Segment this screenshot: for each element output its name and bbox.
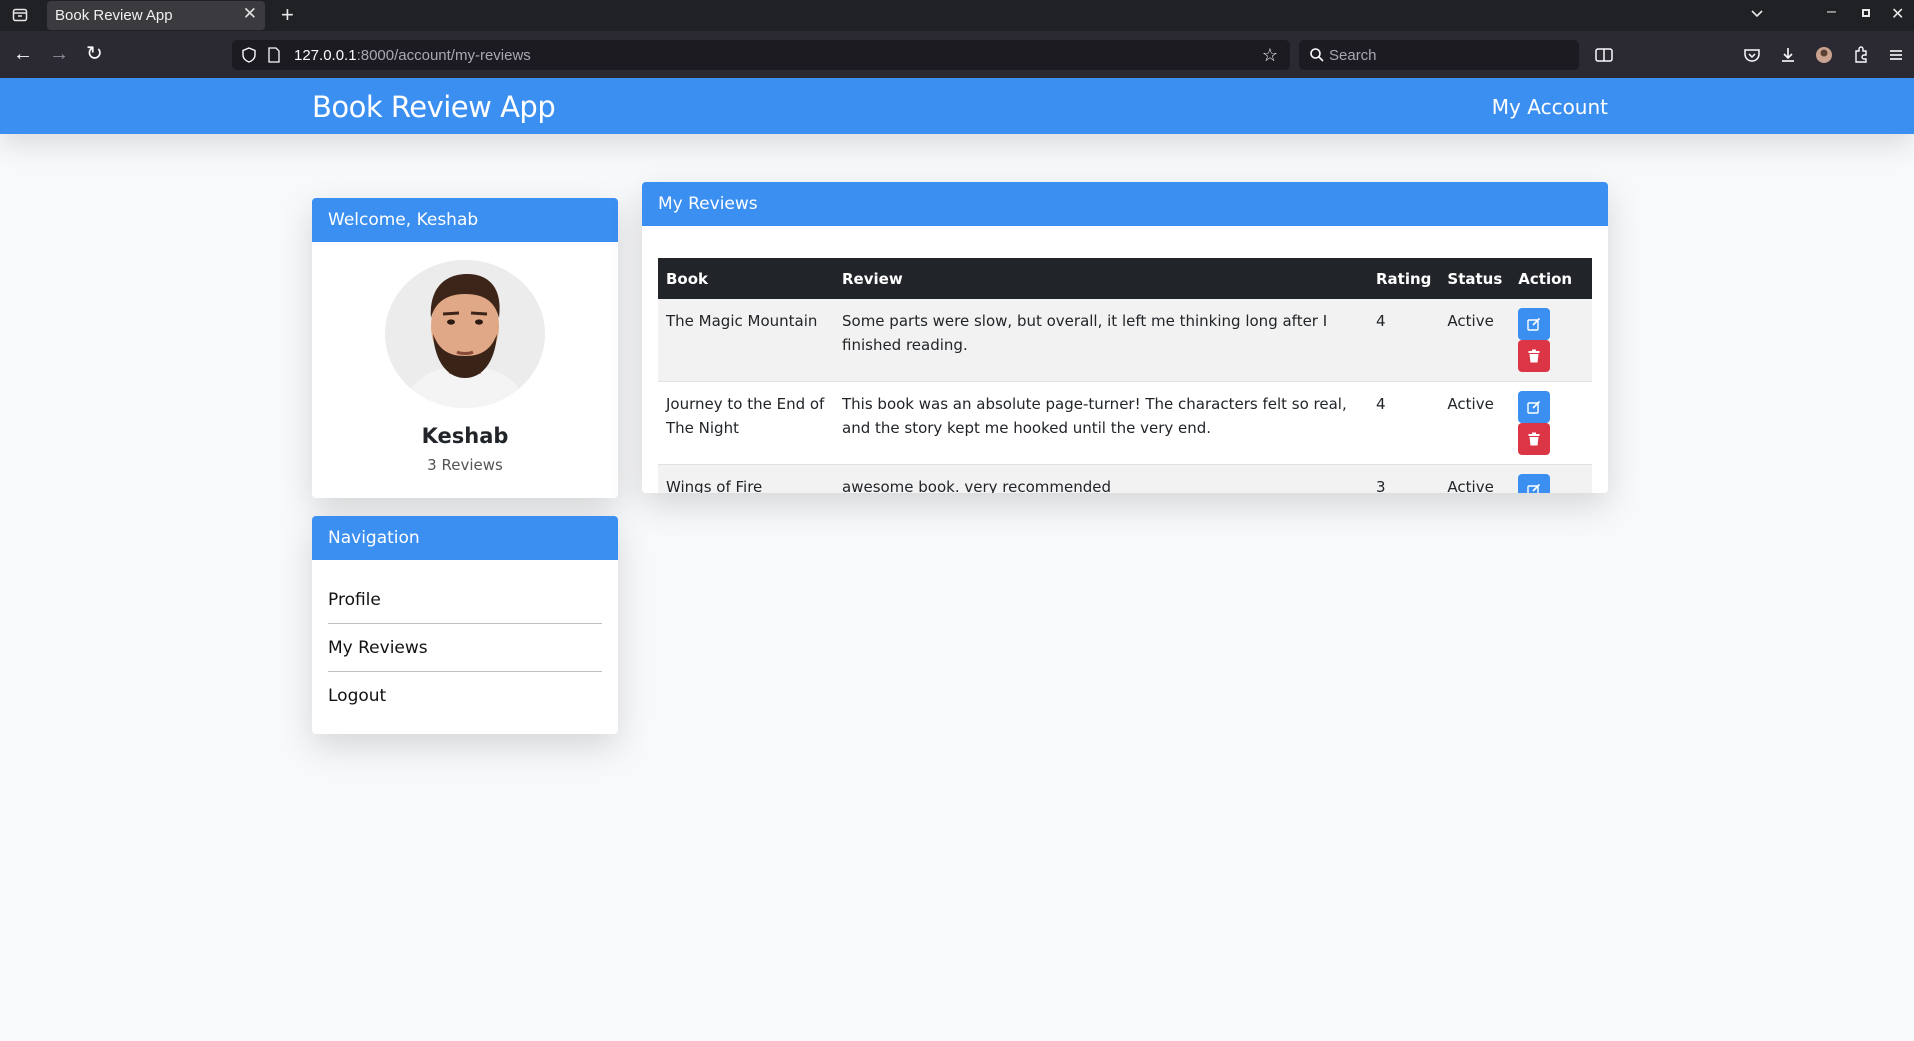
pocket-icon[interactable] (1742, 45, 1762, 65)
reviews-table: Book Review Rating Status Action The Mag… (658, 258, 1592, 493)
browser-tab[interactable]: Book Review App ✕ (47, 1, 265, 30)
review-count: 3 Reviews (427, 456, 503, 474)
navigation-list: Profile My Reviews Logout (312, 576, 618, 720)
table-row: The Magic Mountain Some parts were slow,… (658, 299, 1592, 382)
tab-title: Book Review App (55, 7, 173, 24)
url-host: 127.0.0.1 (294, 47, 357, 64)
edit-icon (1527, 483, 1541, 493)
download-icon[interactable] (1778, 45, 1798, 65)
nav-item-logout[interactable]: Logout (328, 672, 602, 720)
url-text: 127.0.0.1:8000/account/my-reviews (294, 47, 531, 64)
status-badge: Active (1439, 381, 1511, 465)
cell-book: Journey to the End of The Night (658, 381, 834, 465)
forward-arrow-icon[interactable]: → (49, 42, 69, 66)
reviews-title: My Reviews (642, 182, 1608, 226)
reviews-card: My Reviews Book Review Rating Status Act… (642, 182, 1608, 493)
column-header-rating: Rating (1368, 258, 1440, 299)
navigation-title: Navigation (312, 516, 618, 560)
welcome-title: Welcome, Keshab (312, 198, 618, 242)
user-name: Keshab (421, 424, 509, 448)
extensions-icon[interactable] (1851, 45, 1871, 65)
chevron-down-icon[interactable] (1749, 5, 1765, 21)
page-icon (268, 47, 280, 63)
status-badge: Active (1439, 464, 1511, 493)
cell-rating: 4 (1368, 381, 1440, 465)
welcome-card: Welcome, Keshab Keshab 3 Reviews (312, 198, 618, 498)
cell-review: This book was an absolute page-turner! T… (834, 381, 1368, 465)
edit-button[interactable] (1518, 474, 1551, 493)
tab-list-icon[interactable] (12, 7, 28, 23)
cell-book: The Magic Mountain (658, 299, 834, 382)
status-badge: Active (1439, 299, 1511, 382)
browser-toolbar: ← → ↻ 127.0.0.1:8000/account/my-reviews … (0, 31, 1914, 78)
trash-icon (1528, 349, 1540, 363)
maximize-icon[interactable] (1862, 9, 1870, 17)
cell-action (1510, 299, 1592, 382)
brand-title[interactable]: Book Review App (312, 90, 556, 124)
avatar-portrait (385, 260, 545, 408)
edit-button[interactable] (1518, 391, 1551, 423)
table-row: Journey to the End of The Night This boo… (658, 381, 1592, 465)
navigation-card: Navigation Profile My Reviews Logout (312, 516, 618, 734)
column-header-review: Review (834, 258, 1368, 299)
shield-icon[interactable] (242, 47, 256, 63)
tab-close-icon[interactable]: ✕ (243, 4, 257, 24)
browser-search-bar[interactable] (1299, 40, 1579, 70)
cell-rating: 3 (1368, 464, 1440, 493)
delete-button[interactable] (1518, 340, 1551, 372)
browser-tab-bar: Book Review App ✕ + – ✕ (0, 0, 1914, 31)
cell-action (1510, 381, 1592, 465)
menu-icon[interactable] (1886, 45, 1906, 65)
back-arrow-icon[interactable]: ← (13, 42, 33, 66)
delete-button[interactable] (1518, 423, 1551, 455)
cell-rating: 4 (1368, 299, 1440, 382)
search-icon (1310, 48, 1324, 62)
window-close-icon[interactable]: ✕ (1891, 4, 1904, 24)
trash-icon (1528, 432, 1540, 446)
my-account-link[interactable]: My Account (1492, 95, 1608, 119)
app-header: Book Review App My Account (0, 78, 1914, 134)
search-input[interactable] (1329, 40, 1569, 70)
reader-view-icon[interactable] (1594, 45, 1614, 65)
reload-icon[interactable]: ↻ (86, 42, 103, 66)
cell-review: Some parts were slow, but overall, it le… (834, 299, 1368, 382)
new-tab-icon[interactable]: + (281, 2, 294, 28)
cell-book: Wings of Fire (658, 464, 834, 493)
column-header-book: Book (658, 258, 834, 299)
url-path: :8000/account/my-reviews (356, 47, 531, 64)
cell-action (1510, 464, 1592, 493)
column-header-status: Status (1439, 258, 1511, 299)
bookmark-star-icon[interactable]: ☆ (1262, 45, 1278, 66)
nav-item-profile[interactable]: Profile (328, 576, 602, 624)
account-avatar-icon[interactable] (1814, 45, 1834, 65)
column-header-action: Action (1510, 258, 1592, 299)
cell-review: awesome book. very recommended (834, 464, 1368, 493)
table-header-row: Book Review Rating Status Action (658, 258, 1592, 299)
edit-button[interactable] (1518, 308, 1551, 340)
address-bar[interactable]: 127.0.0.1:8000/account/my-reviews ☆ (232, 40, 1290, 70)
table-row: Wings of Fire awesome book. very recomme… (658, 464, 1592, 493)
minimize-icon[interactable]: – (1827, 3, 1836, 21)
nav-item-my-reviews[interactable]: My Reviews (328, 624, 602, 672)
edit-icon (1527, 317, 1541, 331)
edit-icon (1527, 400, 1541, 414)
avatar (385, 260, 545, 408)
